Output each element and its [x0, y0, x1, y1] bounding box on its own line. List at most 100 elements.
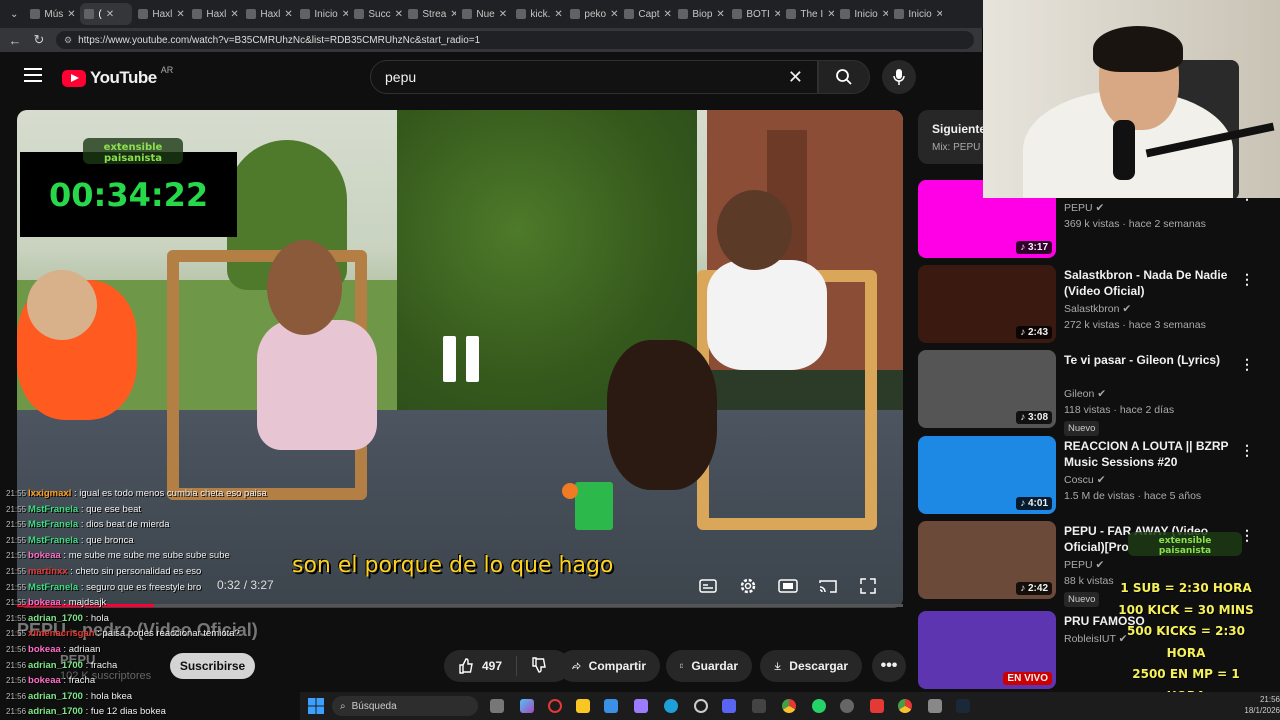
copilot-icon[interactable]: [520, 699, 534, 713]
opera-icon[interactable]: [548, 699, 562, 713]
fullscreen-icon[interactable]: [857, 575, 879, 597]
close-tab-icon[interactable]: ✕: [176, 9, 184, 20]
store-icon[interactable]: [604, 699, 618, 713]
recommended-channel[interactable]: Coscu ✔: [1064, 474, 1106, 486]
browser-tab[interactable]: Haxl ✕: [134, 3, 186, 25]
discord-icon[interactable]: [722, 699, 736, 713]
search-input[interactable]: pepu ✕: [370, 60, 818, 94]
download-button[interactable]: Descargar: [760, 650, 862, 682]
browser-tab[interactable]: Haxl ✕: [242, 3, 294, 25]
recommended-channel[interactable]: PEPU ✔: [1064, 559, 1104, 571]
video-thumbnail[interactable]: ♪ 3:08: [918, 350, 1056, 428]
menu-icon[interactable]: [24, 68, 42, 82]
recommended-video[interactable]: ♪ 2:43 Salastkbron - Nada De Nadie (Video…: [918, 265, 1280, 347]
captions-icon[interactable]: [697, 575, 719, 597]
more-vertical-icon[interactable]: ⋮: [1240, 356, 1254, 373]
clear-search-icon[interactable]: ✕: [788, 67, 803, 88]
close-tab-icon[interactable]: ✕: [106, 9, 114, 20]
task-view-icon[interactable]: [490, 699, 504, 713]
video-thumbnail[interactable]: ♪ 2:43: [918, 265, 1056, 343]
close-tab-icon[interactable]: ✕: [774, 9, 781, 20]
system-clock[interactable]: 21:56 18/1/2026: [1244, 694, 1280, 716]
close-tab-icon[interactable]: ✕: [936, 9, 943, 20]
close-tab-icon[interactable]: ✕: [67, 9, 75, 20]
browser-tab[interactable]: BOTI ✕: [728, 3, 780, 25]
browser-tab[interactable]: Biop ✕: [674, 3, 726, 25]
browser-tab[interactable]: Haxl ✕: [188, 3, 240, 25]
video-thumbnail[interactable]: ♪ 4:01: [918, 436, 1056, 514]
recommended-channel[interactable]: Gileon ✔: [1064, 388, 1106, 400]
chat-separator: :: [78, 503, 87, 515]
close-tab-icon[interactable]: ✕: [554, 9, 562, 20]
taskbar-search[interactable]: ⌕ Búsqueda: [332, 696, 478, 716]
settings-gear-icon[interactable]: [737, 575, 759, 597]
back-icon[interactable]: ←: [8, 33, 22, 48]
chat-timestamp: 21:55: [6, 566, 27, 576]
recommended-video[interactable]: ♪ 4:01 REACCION A LOUTA || BZRP Music Ses…: [918, 436, 1280, 518]
more-actions-button[interactable]: •••: [872, 650, 906, 682]
browser-tab[interactable]: Inicio ✕: [296, 3, 348, 25]
obs-icon[interactable]: [694, 699, 708, 713]
browser-tab[interactable]: Capt ✕: [620, 3, 672, 25]
close-tab-icon[interactable]: ✕: [499, 9, 507, 20]
app-icon[interactable]: [870, 699, 884, 713]
browser-tab[interactable]: Mús ✕: [26, 3, 78, 25]
like-button[interactable]: 497: [458, 658, 502, 674]
voice-search-button[interactable]: [882, 60, 916, 94]
edge-icon[interactable]: [664, 699, 678, 713]
pause-icon[interactable]: [443, 336, 479, 382]
file-explorer-icon[interactable]: [576, 699, 590, 713]
browser-tab[interactable]: ( ✕: [80, 3, 133, 25]
tab-search-icon[interactable]: ⌄: [4, 9, 24, 20]
chat-username: bokeaa: [28, 597, 61, 609]
more-vertical-icon[interactable]: ⋮: [1240, 271, 1254, 288]
game-icon[interactable]: [928, 699, 942, 713]
terminal-icon[interactable]: [752, 699, 766, 713]
dislike-button[interactable]: [531, 656, 547, 676]
site-info-icon[interactable]: ⚙: [64, 35, 72, 46]
windows-start-icon[interactable]: [308, 698, 324, 714]
youtube-logo[interactable]: YouTube AR: [62, 65, 173, 88]
recommended-video-title[interactable]: REACCION A LOUTA || BZRP Music Sessions …: [1064, 438, 1234, 470]
recommended-video-title[interactable]: Te vi pasar - Gileon (Lyrics): [1064, 352, 1234, 368]
more-vertical-icon[interactable]: ⋮: [1240, 442, 1254, 459]
cast-icon[interactable]: [817, 575, 839, 597]
recommended-video-title[interactable]: Salastkbron - Nada De Nadie (Video Ofici…: [1064, 267, 1234, 299]
browser-tab[interactable]: kick. ✕: [512, 3, 564, 25]
pen-app-icon[interactable]: [634, 699, 648, 713]
browser-tab[interactable]: Succ ✕: [350, 3, 402, 25]
close-tab-icon[interactable]: ✕: [664, 9, 672, 20]
close-tab-icon[interactable]: ✕: [342, 9, 349, 20]
browser-tab[interactable]: Strea ✕: [404, 3, 456, 25]
close-tab-icon[interactable]: ✕: [395, 9, 403, 20]
recommended-channel[interactable]: Salastkbron ✔: [1064, 303, 1131, 315]
browser-tab[interactable]: The I ✕: [782, 3, 834, 25]
steam-icon[interactable]: [840, 699, 854, 713]
close-tab-icon[interactable]: ✕: [284, 9, 292, 20]
chrome-icon[interactable]: [782, 699, 796, 713]
chrome-profile-icon[interactable]: [898, 699, 912, 713]
browser-tab[interactable]: Inicio ✕: [836, 3, 888, 25]
theater-mode-icon[interactable]: [777, 575, 799, 597]
recommended-video[interactable]: ♪ 3:08 Te vi pasar - Gileon (Lyrics) Gileo…: [918, 350, 1280, 436]
video-thumbnail[interactable]: EN VIVO: [918, 611, 1056, 689]
steam-client-icon[interactable]: [956, 699, 970, 713]
browser-tab[interactable]: Inicio ✕: [890, 3, 942, 25]
close-tab-icon[interactable]: ✕: [716, 9, 724, 20]
browser-tab[interactable]: Nue ✕: [458, 3, 510, 25]
share-button[interactable]: Compartir: [558, 650, 660, 682]
recommended-channel[interactable]: PEPU ✔: [1064, 202, 1104, 214]
close-tab-icon[interactable]: ✕: [882, 9, 889, 20]
save-button[interactable]: Guardar: [666, 650, 752, 682]
close-tab-icon[interactable]: ✕: [450, 9, 456, 20]
reload-icon[interactable]: ↻: [32, 32, 46, 48]
verified-icon: ✔: [1095, 559, 1105, 571]
search-button[interactable]: [818, 60, 870, 94]
whatsapp-icon[interactable]: [812, 699, 826, 713]
close-tab-icon[interactable]: ✕: [827, 9, 834, 20]
close-tab-icon[interactable]: ✕: [230, 9, 238, 20]
browser-tab[interactable]: peko ✕: [566, 3, 618, 25]
address-bar[interactable]: ⚙ https://www.youtube.com/watch?v=B35CMR…: [56, 31, 974, 49]
close-tab-icon[interactable]: ✕: [610, 9, 618, 20]
video-thumbnail[interactable]: ♪ 2:42: [918, 521, 1056, 599]
